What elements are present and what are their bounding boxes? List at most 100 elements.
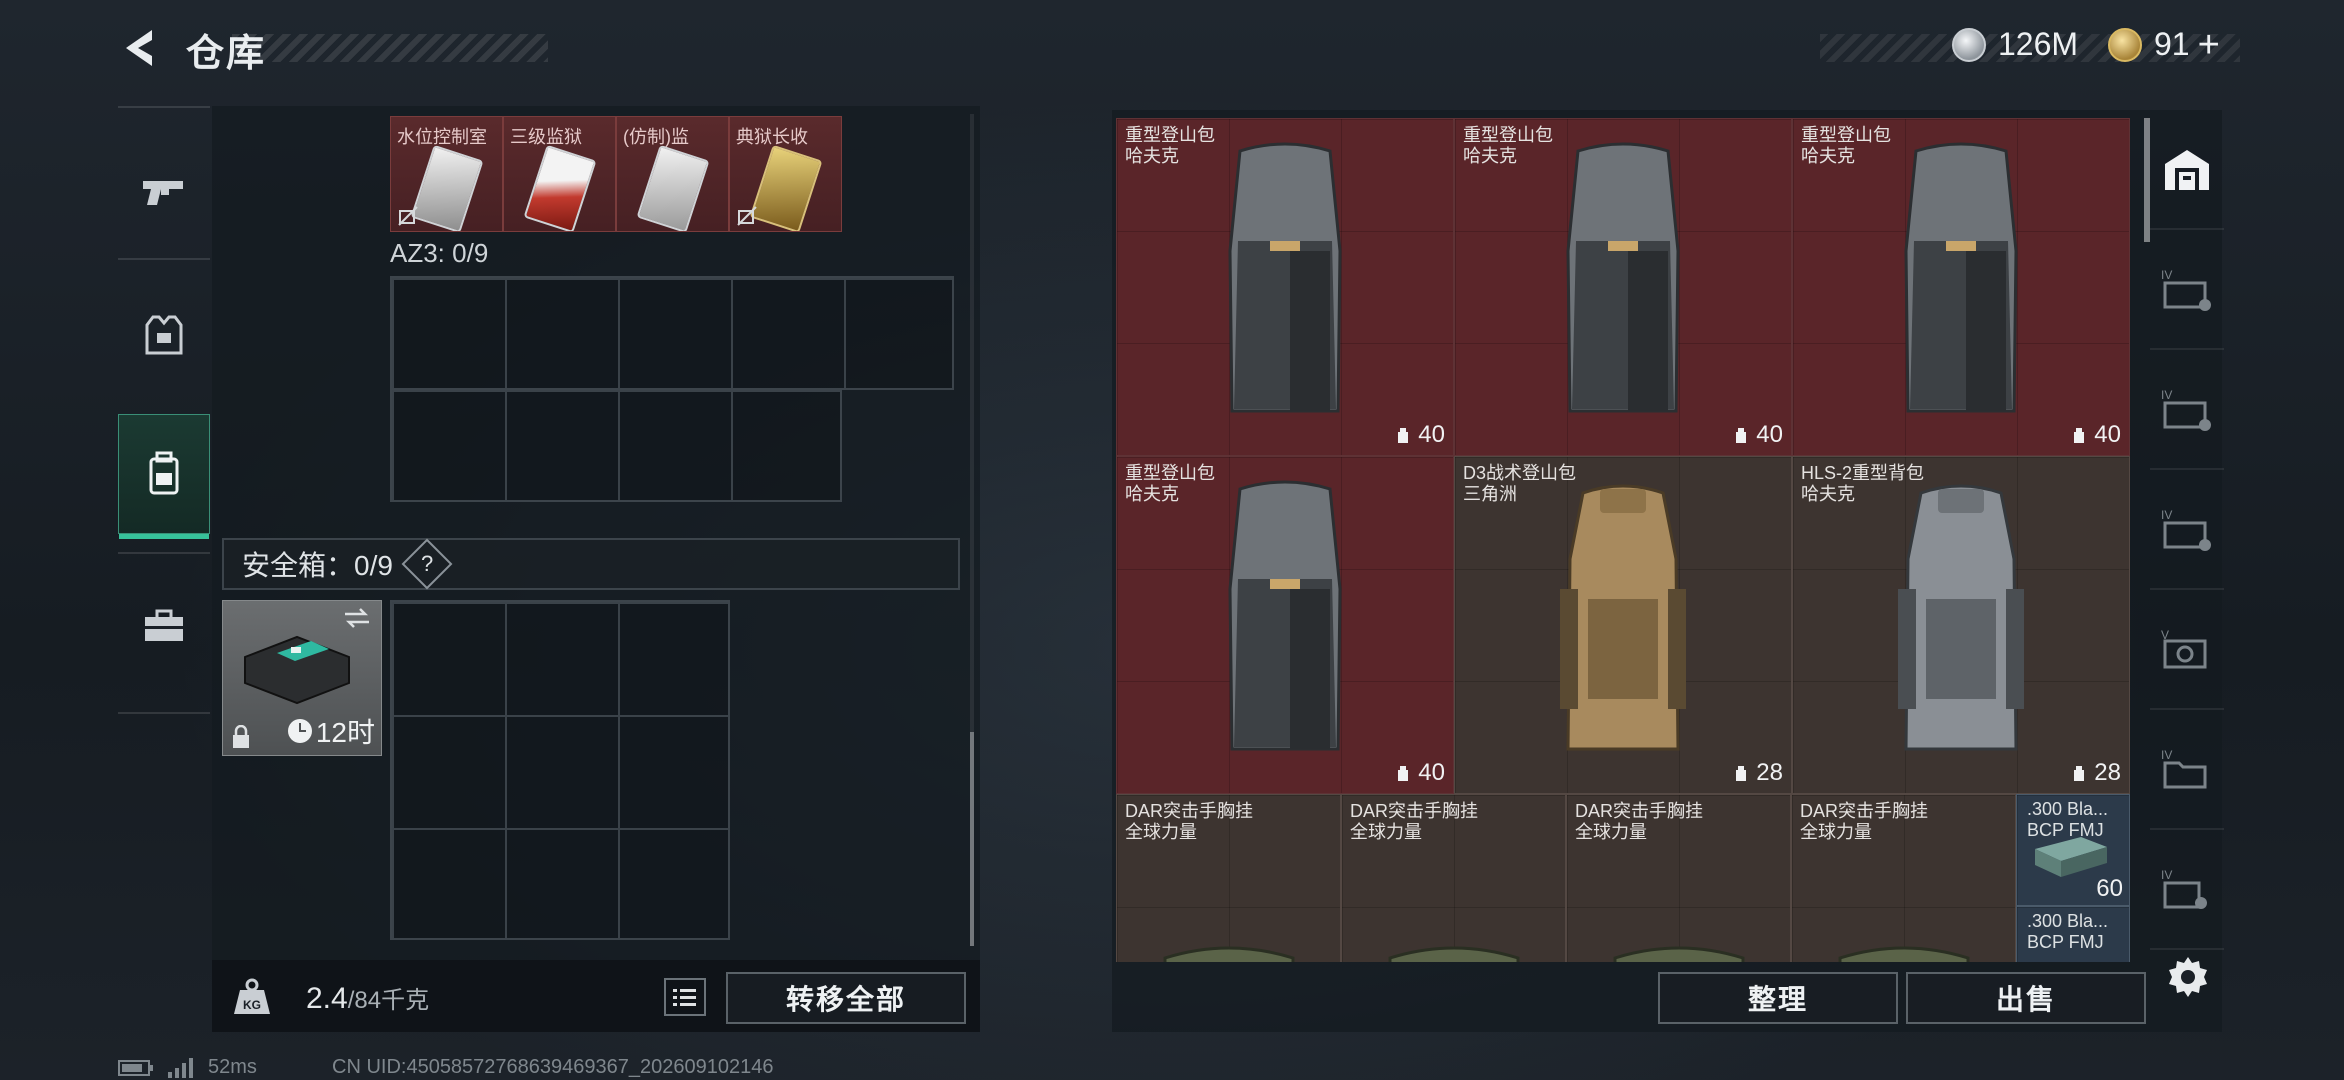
stash-item[interactable]: HLS-2重型背包 哈夫克 28 <box>1792 456 2130 794</box>
stash-tab-2[interactable]: IV <box>2150 230 2224 350</box>
nav-divider <box>118 712 210 714</box>
transfer-all-button[interactable]: 转移全部 <box>726 972 966 1024</box>
svg-text:IV: IV <box>2161 508 2172 522</box>
gold-coin-icon <box>2108 27 2142 62</box>
keycard-slot[interactable]: 三级监狱 <box>503 116 616 232</box>
storage-box-icon: IV <box>2161 508 2211 551</box>
svg-text:IV: IV <box>2161 268 2172 282</box>
signal-icon <box>168 1057 193 1078</box>
stash-tab-all[interactable] <box>2150 110 2224 230</box>
keycard-icon <box>749 144 823 231</box>
keycard-icon <box>636 144 710 231</box>
safe-box-item[interactable]: 12时 <box>222 600 382 756</box>
inventory-scroll-thumb[interactable] <box>970 732 974 946</box>
stash-item[interactable]: 重型登山包 哈夫克 40 <box>1792 118 2130 456</box>
lock-icon <box>233 725 249 748</box>
stash-tabs: IV IV IV V IV IV <box>2150 110 2224 960</box>
sell-button[interactable]: 出售 <box>1906 972 2146 1024</box>
stash-item[interactable]: 重型登山包 哈夫克 40 <box>1454 118 1792 456</box>
stash-item[interactable]: .300 Bla... BCP FMJ 60 <box>2016 794 2130 906</box>
az3-grid[interactable] <box>390 388 842 502</box>
capacity-icon <box>1736 428 1747 443</box>
add-currency-icon[interactable]: + <box>2198 26 2220 64</box>
category-nav <box>118 106 210 714</box>
gear-box-icon: IV <box>2161 868 2207 909</box>
svg-text:KG: KG <box>243 998 261 1012</box>
nav-item-armor[interactable] <box>118 276 210 396</box>
stash-tab-6[interactable]: IV <box>2150 710 2224 830</box>
capacity-icon <box>2074 766 2085 781</box>
stash-item[interactable]: DAR突击手胸挂 全球力量 <box>1341 794 1566 962</box>
svg-text:IV: IV <box>2161 868 2172 882</box>
back-icon[interactable] <box>118 26 162 70</box>
backpack-icon <box>149 451 179 495</box>
heavy-backpack-icon <box>1904 142 2018 413</box>
weight-readout: 2.4/84千克 <box>306 982 430 1015</box>
keycard-slot[interactable]: 典狱长收 <box>729 116 842 232</box>
gold-currency[interactable]: 91 + <box>2108 26 2220 64</box>
stash-item[interactable]: D3战术登山包 三角洲 28 <box>1454 456 1792 794</box>
capacity-icon <box>1398 428 1409 443</box>
folder-icon: IV <box>2161 748 2207 789</box>
chest-rig-icon <box>1613 946 1744 962</box>
storage-box-icon: IV <box>2161 268 2211 311</box>
keycard-slot[interactable]: 水位控制室 <box>390 116 503 232</box>
no-trade-icon <box>398 206 418 226</box>
safe-box-icon <box>244 635 350 705</box>
stash-item[interactable]: .300 Bla... BCP FMJ <box>2016 906 2130 962</box>
stash-item[interactable]: DAR突击手胸挂 全球力量 <box>1116 794 1341 962</box>
heavy-backpack-icon <box>1228 142 1342 413</box>
stash-tab-5[interactable]: V <box>2150 590 2224 710</box>
safe-box-grid[interactable] <box>390 600 730 940</box>
stash-item[interactable]: DAR突击手胸挂 全球力量 <box>1791 794 2016 962</box>
heavy-backpack-icon <box>1566 142 1680 413</box>
nav-item-backpack[interactable] <box>118 414 210 539</box>
heavy-backpack-icon <box>1898 484 2024 751</box>
capacity-icon <box>1736 766 1747 781</box>
sort-button[interactable]: 整理 <box>1658 972 1898 1024</box>
pistol-icon <box>143 181 183 205</box>
keycard-slots: 水位控制室 三级监狱 (仿制)监 典狱长收 <box>390 116 842 232</box>
ping-readout: 52ms <box>208 1056 257 1078</box>
nav-divider <box>118 552 210 554</box>
stash-grid: 重型登山包 哈夫克 40 重型登山包 哈夫克 40 重型登山包 哈夫克 40 重型登山… <box>1116 118 2130 962</box>
stash-tab-3[interactable]: IV <box>2150 350 2224 470</box>
chest-rig-icon <box>1163 946 1294 962</box>
safe-box-timer: 12时 <box>287 711 375 751</box>
no-trade-icon <box>737 206 757 226</box>
stash-item[interactable]: DAR突击手胸挂 全球力量 <box>1566 794 1791 962</box>
nav-item-weapon[interactable] <box>118 132 210 252</box>
az3-capacity-label: AZ3: 0/9 <box>390 238 489 268</box>
keycard-icon <box>523 144 597 231</box>
stash-tab-7[interactable]: IV <box>2150 830 2224 950</box>
nav-item-case[interactable] <box>118 566 210 686</box>
weight-icon: KG <box>234 978 270 1014</box>
clock-icon <box>287 719 312 743</box>
swap-icon[interactable] <box>343 607 371 629</box>
help-icon[interactable]: ? <box>401 538 453 590</box>
title-decoration <box>232 34 548 62</box>
briefcase-icon <box>145 609 183 641</box>
heavy-backpack-icon <box>1228 480 1342 751</box>
safe-icon: V <box>2161 628 2207 669</box>
silver-coin-icon <box>1952 27 1986 62</box>
svg-text:IV: IV <box>2161 388 2172 402</box>
storage-box-icon: IV <box>2161 388 2211 431</box>
list-icon <box>673 989 696 1006</box>
silver-currency: 126M <box>1952 26 2078 63</box>
stash-item[interactable]: 重型登山包 哈夫克 40 <box>1116 456 1454 794</box>
ammo-box-icon <box>2035 837 2107 877</box>
vest-icon <box>145 315 183 355</box>
list-view-button[interactable] <box>664 978 706 1016</box>
safe-box-bar: 安全箱：0/9 ? <box>222 538 960 590</box>
capacity-icon <box>1398 766 1409 781</box>
nav-divider <box>118 106 210 108</box>
tactical-backpack-icon <box>1560 484 1686 751</box>
settings-gear-icon[interactable] <box>2166 955 2210 999</box>
az3-grid[interactable] <box>390 276 954 390</box>
keycard-slot[interactable]: (仿制)监 <box>616 116 729 232</box>
safe-box-label: 安全箱：0/9 <box>242 550 393 581</box>
stash-item[interactable]: 重型登山包 哈夫克 40 <box>1116 118 1454 456</box>
chest-rig-icon <box>1388 946 1519 962</box>
stash-tab-4[interactable]: IV <box>2150 470 2224 590</box>
